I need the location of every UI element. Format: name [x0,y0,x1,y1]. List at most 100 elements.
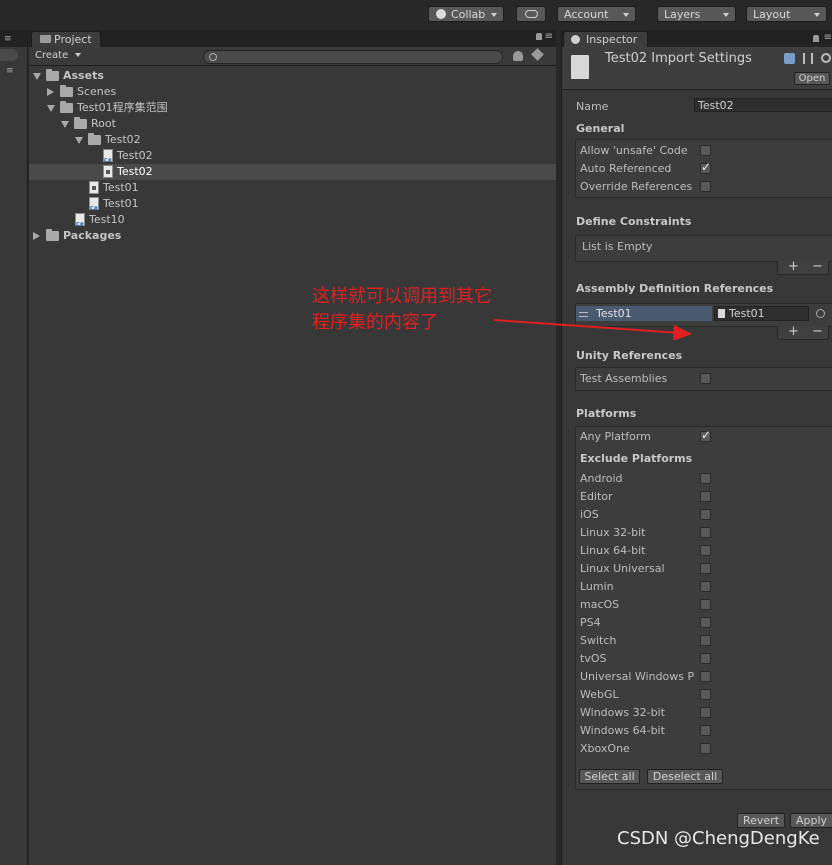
override-references-checkbox[interactable] [700,181,711,192]
layout-dropdown[interactable]: Layout [746,6,827,22]
filter-by-type-icon[interactable] [513,51,523,61]
tab-project[interactable]: Project [31,31,101,47]
reference-object-field[interactable]: Test01 [714,306,809,321]
open-button[interactable]: Open [794,72,830,85]
tree-item[interactable]: Test10 [29,212,556,233]
object-picker-icon[interactable] [816,309,825,318]
expand-arrow-down-icon[interactable] [75,137,83,144]
folder-icon [46,69,59,81]
collab-button[interactable]: Collab [428,6,504,22]
auto-referenced-checkbox[interactable] [700,160,711,174]
platform-label: PS4 [580,616,601,629]
tree-item[interactable]: Scenes [29,84,556,100]
lock-icon[interactable] [813,35,819,42]
revert-button[interactable]: Revert [737,813,785,828]
platform-label: Windows 64-bit [580,724,665,737]
folder-icon [74,117,87,129]
plus-icon[interactable]: + [788,260,799,273]
platform-checkbox[interactable] [700,743,711,754]
create-dropdown[interactable]: Create [35,49,82,63]
platform-checkbox[interactable] [700,545,711,556]
layers-dropdown[interactable]: Layers [657,6,736,22]
list-empty-label: List is Empty [582,240,653,253]
left-search-field[interactable] [0,49,18,61]
tree-item[interactable]: Test02 [29,164,556,180]
tree-item-label: Test01 [103,197,139,210]
platform-label: Windows 32-bit [580,706,665,719]
chevron-down-icon [623,13,629,17]
platform-checkbox[interactable] [700,635,711,646]
platform-checkbox[interactable] [700,563,711,574]
menu-icon[interactable]: ≡ [4,34,12,44]
inspector-panel: Inspector ≡ Test02 Import Settings Open … [561,30,832,865]
plus-icon[interactable]: + [788,325,799,338]
name-field[interactable]: Test02 [694,98,832,112]
platform-checkbox[interactable] [700,617,711,628]
tab-inspector[interactable]: Inspector [563,31,648,47]
test-assemblies-checkbox[interactable] [700,373,711,384]
preset-icon[interactable] [803,53,813,64]
platform-checkbox[interactable] [700,581,711,592]
platform-checkbox[interactable] [700,527,711,538]
tree-item[interactable]: Test01 [29,196,556,217]
filter-by-label-icon[interactable] [531,48,544,61]
search-input[interactable] [203,50,503,64]
check-icon [436,9,446,19]
menu-icon[interactable]: ≡ [6,66,14,76]
platform-checkbox[interactable] [700,725,711,736]
minus-icon[interactable]: − [812,260,823,273]
folder-icon [60,85,73,97]
allow-unsafe-checkbox[interactable] [700,145,711,156]
lock-icon[interactable] [536,33,542,40]
deselect-all-button[interactable]: Deselect all [647,769,723,784]
allow-unsafe-label: Allow 'unsafe' Code [580,144,688,157]
apply-button[interactable]: Apply [790,813,832,828]
platform-checkbox[interactable] [700,653,711,664]
annotation-text: 这样就可以调用到其它 程序集的内容了 [312,284,492,336]
tree-item[interactable]: Test02 [29,148,556,169]
folder-icon [40,35,51,43]
platform-checkbox[interactable] [700,473,711,484]
platform-checkbox[interactable] [700,491,711,502]
expand-arrow-down-icon[interactable] [61,121,69,128]
help-icon[interactable] [784,53,795,64]
tree-item[interactable]: Test02 [29,132,556,148]
references-plus-minus: + − [777,325,829,340]
platform-checkbox[interactable] [700,689,711,700]
project-tabbar: Project ≡ [29,30,556,47]
info-icon [571,35,580,44]
platform-label: iOS [580,508,599,521]
platform-checkbox[interactable] [700,509,711,520]
expand-arrow-right-icon[interactable] [47,88,54,96]
tree-item[interactable]: Test01 [29,180,556,196]
tree-item[interactable]: Packages [29,228,556,244]
platform-checkbox[interactable] [700,599,711,610]
menu-icon[interactable]: ≡ [824,32,832,43]
annotation-arrow-line [493,319,681,334]
platform-checkbox[interactable] [700,707,711,718]
folder-icon [88,133,101,145]
platform-label: tvOS [580,652,607,665]
any-platform-checkbox[interactable] [700,428,711,442]
annotation-line-2: 程序集的内容了 [312,312,438,333]
tree-item[interactable]: Test01程序集范围 [29,100,556,116]
minus-icon[interactable]: − [812,325,823,338]
platform-checkbox[interactable] [700,671,711,682]
layout-label: Layout [753,8,791,21]
assembly-definition-references-header: Assembly Definition References [576,282,774,295]
menu-icon[interactable]: ≡ [545,31,553,42]
account-dropdown[interactable]: Account [557,6,636,22]
tree-item[interactable]: Root [29,116,556,132]
platform-label: Switch [580,634,617,647]
select-all-button[interactable]: Select all [579,769,640,784]
platform-label: Lumin [580,580,614,593]
expand-arrow-down-icon[interactable] [47,105,55,112]
platform-label: Linux Universal [580,562,665,575]
gear-icon[interactable] [821,53,831,63]
expand-arrow-down-icon[interactable] [33,73,41,80]
csharp-script-icon [75,213,85,233]
tree-item[interactable]: Assets [29,68,556,84]
csharp-script-icon [89,197,99,217]
expand-arrow-right-icon[interactable] [33,232,40,240]
cloud-button[interactable] [516,6,546,22]
